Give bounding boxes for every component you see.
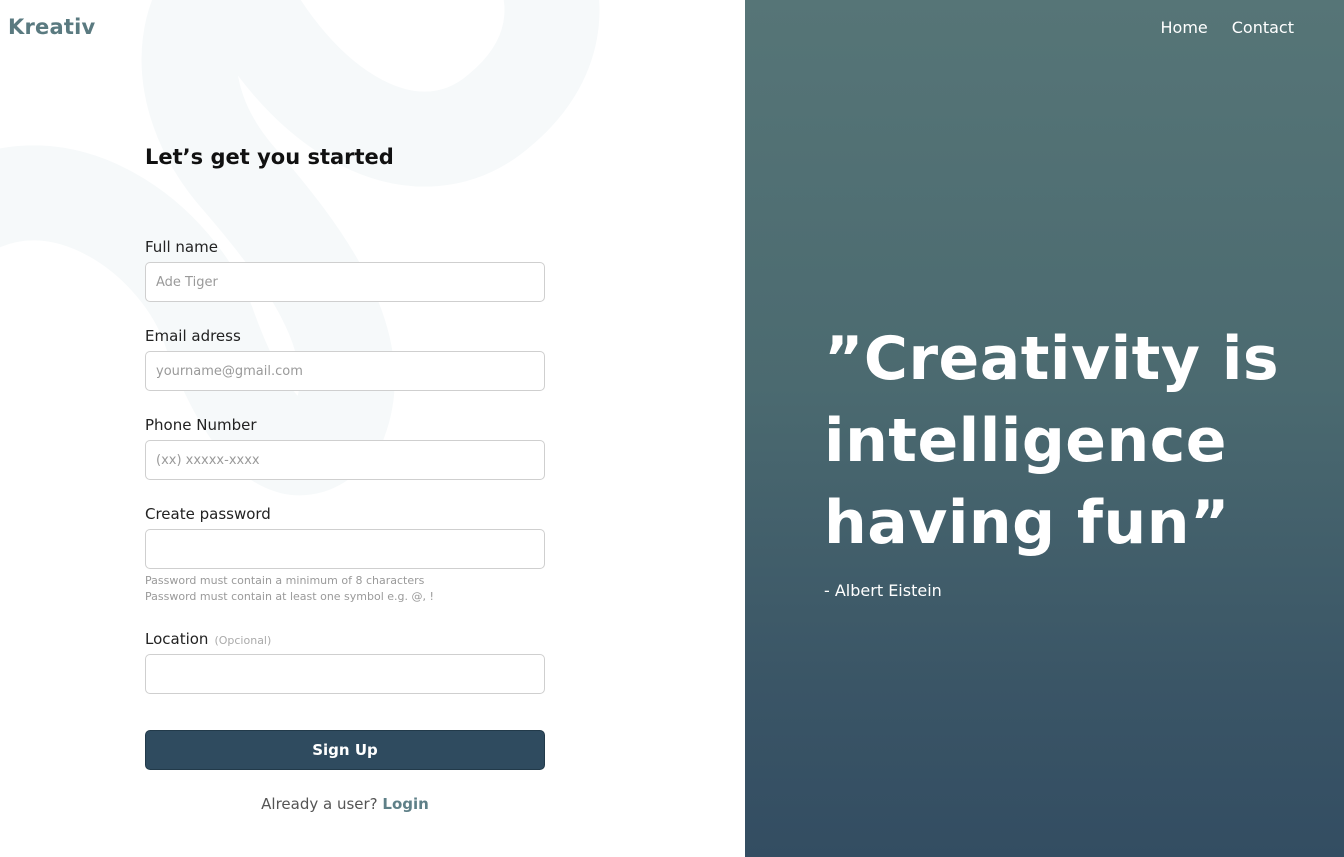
quote-author: - Albert Eistein	[824, 581, 942, 600]
background-swirl-graphic	[0, 0, 600, 496]
quote-panel: Home Contact ”Creativity is intelligence…	[745, 0, 1344, 857]
password-label: Create password	[145, 505, 271, 523]
password-hint-symbol: Password must contain at least one symbo…	[145, 590, 434, 603]
password-hint-length: Password must contain a minimum of 8 cha…	[145, 574, 425, 587]
nav-contact-link[interactable]: Contact	[1232, 18, 1294, 37]
full-name-input[interactable]	[145, 262, 545, 302]
login-prompt: Already a user? Login	[145, 795, 545, 813]
brand-logo[interactable]: Kreativ	[8, 15, 95, 39]
location-label: Location	[145, 630, 209, 648]
full-name-label: Full name	[145, 238, 218, 256]
top-nav: Home Contact	[1161, 18, 1295, 37]
page-title: Let’s get you started	[145, 145, 394, 169]
login-link[interactable]: Login	[382, 795, 428, 813]
phone-label: Phone Number	[145, 416, 257, 434]
optional-tag: (Opcional)	[214, 634, 272, 647]
phone-input[interactable]	[145, 440, 545, 480]
quote-text: ”Creativity is intelligence having fun”	[824, 324, 1280, 558]
signup-panel: Kreativ Let’s get you started Full name …	[0, 0, 745, 857]
password-input[interactable]	[145, 529, 545, 569]
login-prompt-text: Already a user?	[261, 795, 378, 813]
location-label-row: Location (Opcional)	[145, 630, 271, 648]
sign-up-button[interactable]: Sign Up	[145, 730, 545, 770]
email-input[interactable]	[145, 351, 545, 391]
location-input[interactable]	[145, 654, 545, 694]
nav-home-link[interactable]: Home	[1161, 18, 1208, 37]
email-label: Email adress	[145, 327, 241, 345]
